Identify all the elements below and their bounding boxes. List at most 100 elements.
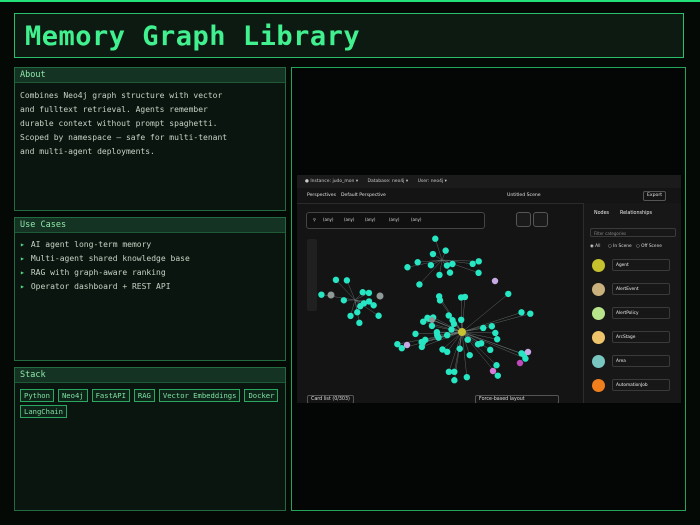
card-list: Card list (0/303) [307,395,354,403]
graph-node [422,336,429,344]
graph-node [318,291,325,298]
about-panel: About Combines Neo4j graph structure wit… [14,67,286,211]
graph-node [463,373,471,381]
graph-node [456,345,463,352]
graph-edge [417,259,443,263]
graph-node [489,367,497,375]
tag-neo4j: Neo4j [57,389,88,402]
graph-node [365,289,373,297]
legend-sidebar: Nodes Relationships Filter categories ◉ … [583,203,681,403]
graph-node [466,351,473,359]
use-cases-list: ▸ AI agent long-term memory ▸ Multi-agent … [20,238,280,294]
default-perspective: Default Perspective [341,193,386,198]
canvas-toolbar [307,239,317,311]
graph-node [475,269,482,277]
page-title: Memory Graph Library [25,21,361,52]
graph-edge [321,294,356,301]
legend-row: AlertPolicy [590,305,676,321]
graph-node [480,324,487,332]
tag-rag: RAG [133,389,155,402]
arrow-icon: ▸ [20,268,25,277]
graph-edge [435,238,443,261]
graph-hub-node [458,328,466,336]
graph-canvas [318,235,534,384]
graph-node [494,372,502,379]
graph-node [359,289,366,296]
graph-node [360,300,368,307]
graph-node [436,271,443,279]
page-header: Memory Graph Library [14,13,684,58]
category-color-dot [592,259,605,272]
list-item: ▸ AI agent long-term memory [20,240,152,249]
graph-node [442,247,449,254]
category-color-dot [592,283,605,296]
graph-node [404,264,411,271]
graph-edge [461,313,531,333]
graph-node [370,302,377,309]
graph-node [443,262,451,269]
graph-node [394,340,401,348]
graph-node [403,341,411,349]
graph-node [428,322,436,330]
export-button: Export [643,191,667,201]
list-item: ▸ Multi-agent shared knowledge base [20,254,190,263]
database-selector: Database: neo4j ▾ [367,179,409,184]
graph-node [475,258,482,265]
graph-node [493,336,501,343]
graph-node [518,309,525,316]
legend-row: Agent [590,257,676,273]
stack-panel: Stack Python Neo4j FastAPI RAG Vector Em… [14,367,286,511]
arrow-icon: ▸ [20,240,25,249]
graph-node [414,259,421,266]
graph-node [429,250,437,258]
legend-row: ArcStage [590,329,676,345]
graph-node [474,341,482,348]
graph-node [449,260,456,268]
instance-selector: ● Instance: judo_mon ▾ [305,179,359,184]
graph-node [457,316,465,324]
search-glass-icon: ⚲ [313,217,316,222]
category-color-dot [592,307,605,320]
legend-row: Area [590,353,676,369]
graph-node [491,277,499,285]
app-toolbar: Perspectives Default Perspective Untitle… [297,188,681,204]
graph-hub-node [376,292,384,300]
perspectives-label: Perspectives [307,193,336,198]
graph-node [505,290,512,298]
graph-node [445,368,453,376]
radio-off-scene: ○ Off Scene [636,244,662,249]
graph-node [416,281,423,288]
graph-node [469,260,476,268]
user-selector: User: neo4j ▾ [417,179,447,184]
graph-node [445,312,452,319]
category-filter-input: Filter categories [590,228,676,237]
graph-node [527,310,534,317]
category-color-dot [592,331,605,344]
graph-node [412,330,419,338]
tab-relationships: Relationships [620,211,652,216]
category-label: AlertPolicy [612,307,670,319]
arrow-icon: ▸ [20,282,25,291]
tag-fastapi: FastAPI [91,389,130,402]
graph-node [516,359,524,367]
about-title: About [15,68,285,83]
graph-node [332,276,340,284]
graph-hub-node [429,317,435,323]
graph-node [340,297,348,304]
graph-node [488,323,496,330]
graph-node [354,309,361,316]
graph-node [464,336,471,343]
graph-edge [461,296,466,333]
graph-node [451,377,458,384]
graph-node [434,331,441,339]
use-cases-panel: Use Cases ▸ AI agent long-term memory ▸ Mu… [14,217,286,361]
radio-all: ◉ All [590,244,601,249]
category-label: Agent [612,259,670,271]
app-topbar: ● Instance: judo_mon ▾ Database: neo4j ▾… [297,175,681,188]
graph-node [457,294,465,301]
graph-node [524,348,532,356]
graph-node [427,261,435,269]
graph-node [347,312,354,320]
category-color-dot [592,379,605,392]
graph-node [493,362,500,369]
